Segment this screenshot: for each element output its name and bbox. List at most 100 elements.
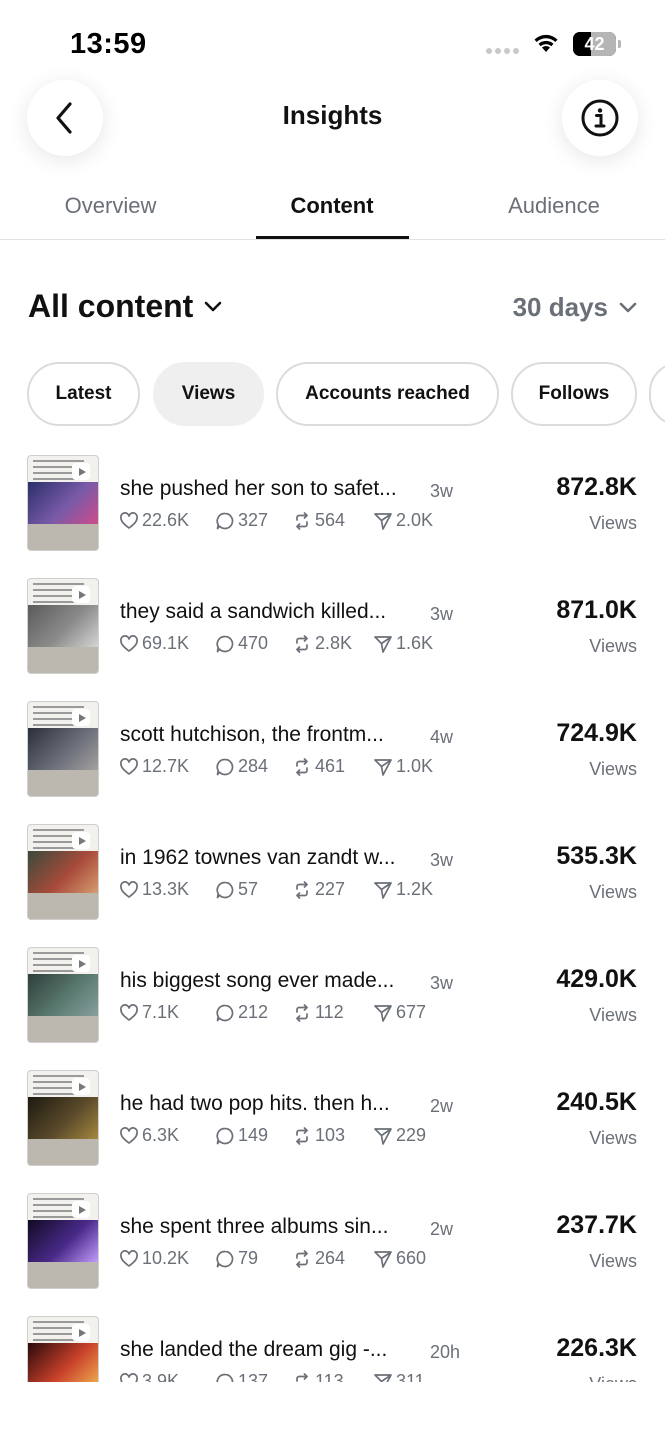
views-count: 429.0K <box>556 965 637 993</box>
repost-icon <box>296 1249 308 1268</box>
content-row[interactable]: in 1962 townes van zandt w... 3w 13.3K 57 22… <box>0 809 665 932</box>
comment-icon <box>216 1373 234 1382</box>
post-title: he had two pop hits. then h... <box>120 1092 390 1115</box>
stat-reposts-value: 564 <box>315 510 346 530</box>
stat-reposts-value: 2.8K <box>315 633 353 653</box>
wifi-icon <box>534 34 558 52</box>
stat-likes: 3.9K <box>119 1371 179 1382</box>
battery-level: 42 <box>584 34 605 54</box>
heart-icon <box>120 1372 138 1382</box>
filter-row: All content 30 days <box>28 288 638 330</box>
stat-shares: 1.2K <box>373 879 433 900</box>
tab-overview[interactable]: Overview <box>0 186 221 240</box>
repost-icon <box>296 511 308 530</box>
views-count: 724.9K <box>556 719 637 747</box>
post-age: 20h <box>430 1342 461 1362</box>
post-title: they said a sandwich killed... <box>120 600 387 623</box>
cellular-signal-icon <box>486 48 519 54</box>
post-thumbnail[interactable] <box>27 1316 99 1382</box>
post-thumbnail[interactable] <box>27 578 99 674</box>
stat-reposts: 227 <box>292 879 345 900</box>
stat-comments-value: 137 <box>238 1371 269 1382</box>
content-row[interactable]: she spent three albums sin... 2w 10.2K 79 26… <box>0 1178 665 1301</box>
post-age: 3w <box>430 604 454 624</box>
post-thumbnail[interactable] <box>27 824 99 920</box>
comment-icon <box>216 512 234 529</box>
stat-likes-value: 3.9K <box>142 1371 180 1382</box>
tab-content[interactable]: Content <box>221 186 443 240</box>
stat-shares-value: 1.2K <box>396 879 434 899</box>
stat-reposts-value: 113 <box>315 1371 344 1382</box>
status-bar: 13:59 42 <box>0 0 665 80</box>
stat-comments-value: 470 <box>238 633 269 653</box>
post-age: 3w <box>430 850 454 870</box>
stat-likes: 69.1K <box>119 633 189 654</box>
stat-comments-value: 212 <box>238 1002 269 1022</box>
content-row[interactable]: she landed the dream gig -... 20h 3.9K 137 1… <box>0 1301 665 1382</box>
reel-icon <box>72 709 90 726</box>
content-row[interactable]: his biggest song ever made... 3w 7.1K 212 11… <box>0 932 665 1055</box>
comment-icon <box>216 635 234 652</box>
repost-icon <box>296 634 308 653</box>
active-tab-indicator <box>256 236 409 239</box>
stat-likes-value: 69.1K <box>142 633 190 653</box>
stat-reposts: 103 <box>292 1125 345 1146</box>
chip-more[interactable] <box>649 362 665 426</box>
stat-shares-value: 1.6K <box>396 633 434 653</box>
stat-likes: 7.1K <box>119 1002 179 1023</box>
post-age: 3w <box>430 973 454 993</box>
content-row[interactable]: she pushed her son to safet... 3w 22.6K 327… <box>0 440 665 563</box>
content-row[interactable]: they said a sandwich killed... 3w 69.1K 470… <box>0 563 665 686</box>
stat-reposts-value: 461 <box>315 756 346 776</box>
post-age: 4w <box>430 727 454 747</box>
share-icon <box>374 1250 392 1268</box>
stat-shares: 677 <box>373 1002 426 1023</box>
reel-icon <box>72 955 90 972</box>
stat-reposts: 264 <box>292 1248 345 1269</box>
content-type-dropdown[interactable]: All content <box>28 288 223 325</box>
content-row[interactable]: he had two pop hits. then h... 2w 6.3K 149 1… <box>0 1055 665 1178</box>
heart-icon <box>120 634 138 652</box>
stat-likes-value: 6.3K <box>142 1125 180 1145</box>
stat-reposts-value: 103 <box>315 1125 346 1145</box>
stat-likes-value: 13.3K <box>142 879 190 899</box>
share-icon <box>374 1004 392 1022</box>
comment-icon <box>216 1127 234 1144</box>
stat-comments: 470 <box>215 633 268 654</box>
views-label: Views <box>589 759 637 779</box>
post-thumbnail[interactable] <box>27 1070 99 1166</box>
period-dropdown[interactable]: 30 days <box>513 292 638 323</box>
views-label: Views <box>589 1251 637 1271</box>
content-row[interactable]: scott hutchison, the frontm... 4w 12.7K 284… <box>0 686 665 809</box>
chip-views[interactable]: Views <box>153 362 264 426</box>
heart-icon <box>120 511 138 529</box>
comment-icon <box>216 1004 234 1021</box>
stat-likes-value: 7.1K <box>142 1002 180 1022</box>
stat-shares: 2.0K <box>373 510 433 531</box>
sort-chips: Latest Views Accounts reached Follows <box>27 362 665 426</box>
post-thumbnail[interactable] <box>27 455 99 551</box>
insights-tabs: Overview Content Audience <box>0 186 665 240</box>
post-thumbnail[interactable] <box>27 1193 99 1289</box>
stat-shares-value: 2.0K <box>396 510 434 530</box>
info-button[interactable] <box>562 80 638 156</box>
stat-reposts: 564 <box>292 510 345 531</box>
post-age: 2w <box>430 1096 454 1116</box>
post-thumbnail[interactable] <box>27 701 99 797</box>
chip-follows[interactable]: Follows <box>511 362 637 426</box>
post-title: scott hutchison, the frontm... <box>120 723 384 746</box>
stat-shares: 311 <box>373 1371 425 1382</box>
stat-shares-value: 1.0K <box>396 756 434 776</box>
post-thumbnail[interactable] <box>27 947 99 1043</box>
comment-icon <box>216 1250 234 1267</box>
heart-icon <box>120 1249 138 1267</box>
post-title: she pushed her son to safet... <box>120 477 397 500</box>
tab-audience[interactable]: Audience <box>443 186 665 240</box>
post-title: in 1962 townes van zandt w... <box>120 846 396 869</box>
chip-accounts-reached[interactable]: Accounts reached <box>276 362 499 426</box>
share-icon <box>374 1373 392 1382</box>
stat-comments-value: 327 <box>238 510 269 530</box>
post-title: his biggest song ever made... <box>120 969 395 992</box>
stat-comments: 79 <box>215 1248 258 1269</box>
chip-latest[interactable]: Latest <box>27 362 140 426</box>
